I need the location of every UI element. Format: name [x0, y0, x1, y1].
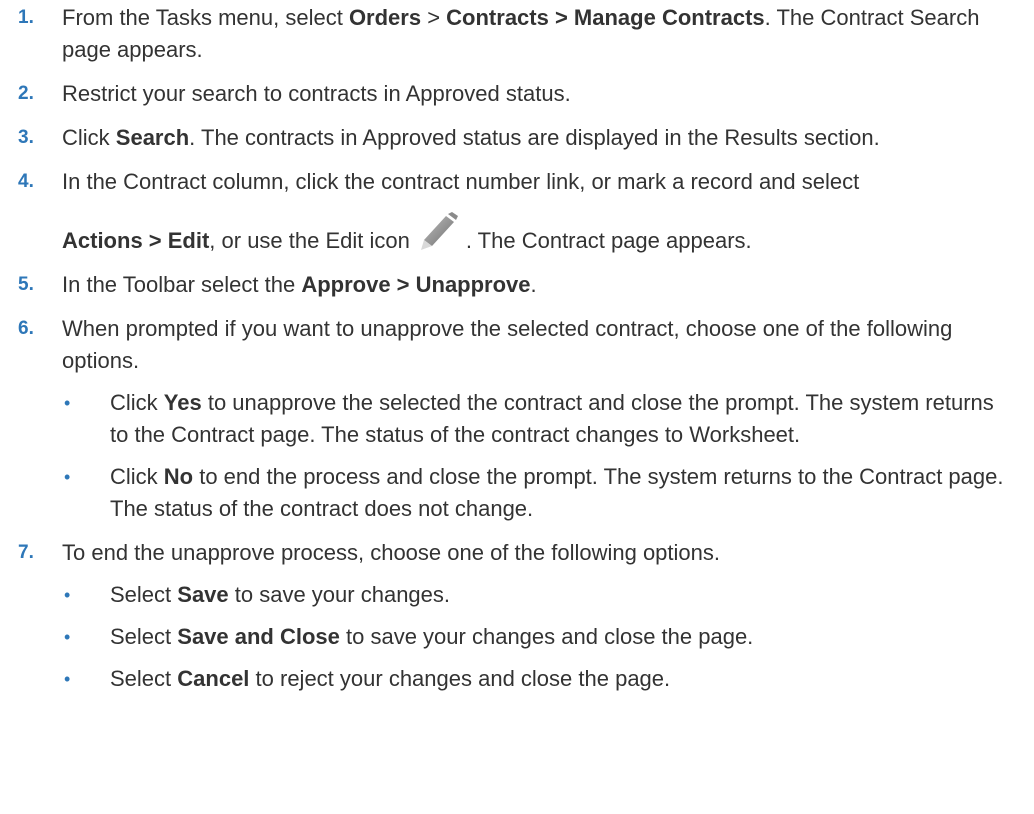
option-item-save: • Select Save to save your changes. — [62, 579, 1010, 611]
step-text: In the Contract column, click the contra… — [62, 169, 860, 253]
step-text: Click Search. The contracts in Approved … — [62, 125, 880, 150]
step-4: 4. In the Contract column, click the con… — [0, 166, 1034, 257]
step-number: 6. — [18, 318, 34, 339]
option-list: • Select Save to save your changes. • Se… — [62, 579, 1034, 695]
step-number: 5. — [18, 274, 34, 295]
procedure-list: 1. From the Tasks menu, select Orders > … — [0, 0, 1034, 695]
step-1: 1. From the Tasks menu, select Orders > … — [0, 2, 1034, 66]
no-label: No — [163, 464, 194, 489]
cancel-label: Cancel — [177, 666, 250, 691]
option-item-yes: • Click Yes to unapprove the selected th… — [62, 387, 1010, 451]
bullet-icon: • — [64, 585, 71, 605]
step-text: To end the unapprove process, choose one… — [62, 540, 721, 565]
step-text: From the Tasks menu, select Orders > Con… — [62, 5, 980, 62]
bullet-icon: • — [64, 669, 71, 689]
step-number: 4. — [18, 171, 34, 192]
step-text: When prompted if you want to unapprove t… — [62, 316, 953, 373]
bullet-icon: • — [64, 627, 71, 647]
option-item-cancel: • Select Cancel to reject your changes a… — [62, 663, 1010, 695]
step-number: 3. — [18, 127, 34, 148]
option-item-save-and-close: • Select Save and Close to save your cha… — [62, 621, 1010, 653]
step-number: 1. — [18, 7, 34, 28]
step-2: 2. Restrict your search to contracts in … — [0, 78, 1034, 110]
step-text: Restrict your search to contracts in App… — [62, 81, 571, 106]
approve-unapprove-label: Approve > Unapprove — [301, 272, 531, 297]
step-6: 6. When prompted if you want to unapprov… — [0, 313, 1034, 525]
step-number: 2. — [18, 83, 34, 104]
yes-label: Yes — [163, 390, 202, 415]
menu-path-manage-contracts: Contracts > Manage Contracts — [446, 5, 765, 30]
menu-path-orders: Orders — [348, 5, 422, 30]
actions-edit-label: Actions > Edit — [62, 228, 210, 253]
step-text: In the Toolbar select the Approve > Unap… — [62, 272, 537, 297]
save-and-close-label: Save and Close — [177, 624, 340, 649]
option-list: • Click Yes to unapprove the selected th… — [62, 387, 1034, 525]
search-label: Search — [115, 125, 190, 150]
step-3: 3. Click Search. The contracts in Approv… — [0, 122, 1034, 154]
bullet-icon: • — [64, 393, 71, 413]
step-number: 7. — [18, 542, 34, 563]
pencil-icon — [416, 212, 462, 252]
step-7: 7. To end the unapprove process, choose … — [0, 537, 1034, 695]
bullet-icon: • — [64, 467, 71, 487]
step-5: 5. In the Toolbar select the Approve > U… — [0, 269, 1034, 301]
option-item-no: • Click No to end the process and close … — [62, 461, 1010, 525]
save-label: Save — [177, 582, 229, 607]
